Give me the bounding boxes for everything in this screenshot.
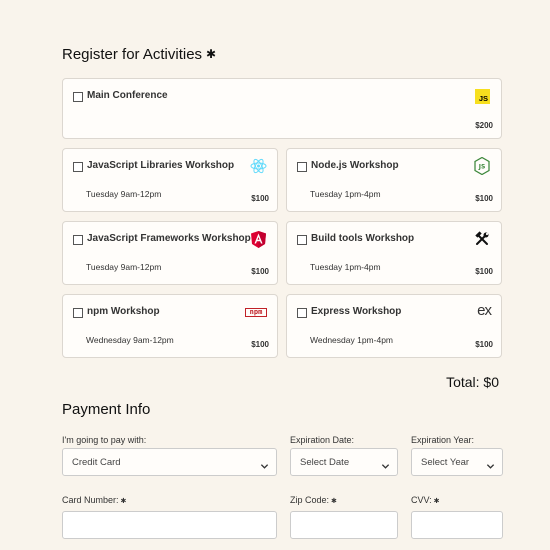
exp-date-select[interactable]: Select Date <box>290 448 398 476</box>
chevron-down-icon <box>260 458 269 476</box>
activity-card-js-libraries[interactable]: JavaScript Libraries Workshop Tuesday 9a… <box>62 148 278 212</box>
checkbox-express[interactable] <box>297 308 307 318</box>
checkbox-npm[interactable] <box>73 308 83 318</box>
zip-label-text: Zip Code: <box>290 495 330 505</box>
activity-card-nodejs[interactable]: Node.js Workshop JS Tuesday 1pm-4pm $100 <box>286 148 502 212</box>
activity-card-express[interactable]: Express Workshop ex Wednesday 1pm-4pm $1… <box>286 294 502 358</box>
exp-year-select[interactable]: Select Year <box>411 448 503 476</box>
cvv-label-text: CVV: <box>411 495 432 505</box>
activity-title: JavaScript Libraries Workshop <box>87 160 235 171</box>
payment-method-value: Credit Card <box>72 457 121 468</box>
activities-heading-text: Register for Activities <box>62 46 203 63</box>
activity-card-main-conference[interactable]: Main Conference JS $200 <box>62 78 502 139</box>
svg-text:JS: JS <box>478 164 486 171</box>
activity-card-build-tools[interactable]: Build tools Workshop Tuesday 1pm-4pm $10… <box>286 221 502 285</box>
exp-date-value: Select Date <box>300 457 350 468</box>
required-marker: ✱ <box>331 498 337 505</box>
activity-time: Tuesday 1pm-4pm <box>310 189 381 199</box>
checkbox-main-conference[interactable] <box>73 92 83 102</box>
activity-time: Wednesday 9am-12pm <box>86 335 174 345</box>
activity-title: JavaScript Frameworks Workshop <box>87 233 251 244</box>
required-marker: ✱ <box>206 47 217 61</box>
angular-icon <box>251 231 266 253</box>
card-number-label: Card Number: ✱ <box>62 495 126 505</box>
exp-year-label: Expiration Year: <box>411 435 475 445</box>
activity-time: Tuesday 1pm-4pm <box>310 262 381 272</box>
cvv-label: CVV: ✱ <box>411 495 440 505</box>
activity-price: $100 <box>251 267 269 276</box>
chevron-down-icon <box>486 458 495 476</box>
required-marker: ✱ <box>433 498 440 505</box>
checkbox-js-libraries[interactable] <box>73 162 83 172</box>
required-marker: ✱ <box>120 498 127 505</box>
activity-time: Tuesday 9am-12pm <box>86 262 162 272</box>
activity-title: Build tools Workshop <box>311 233 415 244</box>
activity-time: Wednesday 1pm-4pm <box>310 335 393 345</box>
payment-heading: Payment Info <box>62 401 151 418</box>
card-number-input[interactable] <box>62 511 277 539</box>
activity-time: Tuesday 9am-12pm <box>86 189 162 199</box>
build-tools-icon <box>474 231 490 252</box>
activity-title: Node.js Workshop <box>311 160 399 171</box>
activity-title: npm Workshop <box>87 306 160 317</box>
npm-icon: npm <box>245 308 267 317</box>
activity-price: $200 <box>475 121 493 130</box>
checkbox-build-tools[interactable] <box>297 235 307 245</box>
activity-price: $100 <box>251 340 269 349</box>
pay-with-label: I'm going to pay with: <box>62 435 147 445</box>
activity-title: Main Conference <box>87 90 168 101</box>
js-icon: JS <box>475 89 490 104</box>
chevron-down-icon <box>381 458 390 476</box>
card-number-label-text: Card Number: <box>62 495 119 505</box>
activity-price: $100 <box>251 194 269 203</box>
activity-price: $100 <box>475 194 493 203</box>
activity-price: $100 <box>475 340 493 349</box>
zip-label: Zip Code: ✱ <box>290 495 337 505</box>
checkbox-nodejs[interactable] <box>297 162 307 172</box>
react-icon <box>250 158 267 179</box>
nodejs-icon: JS <box>474 156 490 180</box>
exp-year-value: Select Year <box>421 457 470 468</box>
cvv-input[interactable] <box>411 511 503 539</box>
activities-heading: Register for Activities ✱ <box>62 46 216 63</box>
activity-card-npm[interactable]: npm Workshop npm Wednesday 9am-12pm $100 <box>62 294 278 358</box>
payment-method-select[interactable]: Credit Card <box>62 448 277 476</box>
checkbox-js-frameworks[interactable] <box>73 235 83 245</box>
activity-card-js-frameworks[interactable]: JavaScript Frameworks Workshop Tuesday 9… <box>62 221 278 285</box>
express-icon: ex <box>477 302 492 319</box>
zip-code-input[interactable] <box>290 511 398 539</box>
activity-price: $100 <box>475 267 493 276</box>
activity-title: Express Workshop <box>311 306 402 317</box>
activities-total: Total: $0 <box>446 374 499 390</box>
exp-date-label: Expiration Date: <box>290 435 355 445</box>
